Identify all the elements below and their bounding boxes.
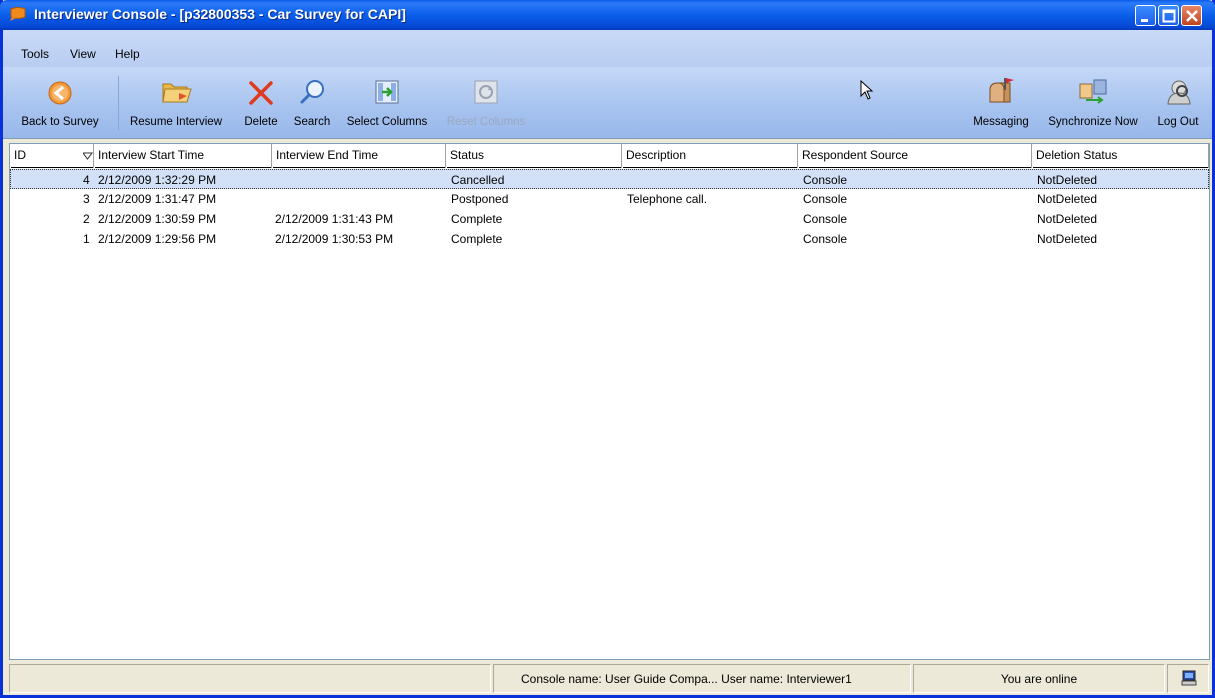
window-title: Interviewer Console - [p32800353 - Car S… [34,6,406,22]
status-pane-empty [9,664,491,693]
cell-start-time: 2/12/2009 1:29:56 PM [98,232,217,246]
resume-interview-button[interactable]: Resume Interview [121,72,231,132]
synchronize-now-button[interactable]: Synchronize Now [1041,72,1145,132]
interviews-table[interactable]: ID Interview Start Time Interview End Ti… [9,143,1210,660]
reset-icon [474,80,498,104]
log-out-label: Log Out [1157,116,1199,128]
cell-deletion-status: NotDeleted [1037,192,1098,206]
console-user-status: Console name: User Guide Compa... User n… [493,664,911,693]
delete-label: Delete [244,116,278,128]
cell-id: 1 [83,232,90,246]
menu-tools[interactable]: Tools [21,47,49,61]
synchronize-now-label: Synchronize Now [1048,116,1138,128]
cell-status: Postponed [451,192,509,206]
cell-start-time: 2/12/2009 1:32:29 PM [98,173,217,187]
menu-view[interactable]: View [70,47,96,61]
sync-computers-icon [1079,79,1107,104]
table-row[interactable]: 2 2/12/2009 1:30:59 PM 2/12/2009 1:31:43… [10,209,1209,229]
column-header-deletion-status[interactable]: Deletion Status [1032,144,1209,168]
column-header-end-time[interactable]: Interview End Time [272,144,446,168]
search-icon [300,80,324,104]
back-to-survey-label: Back to Survey [21,116,99,128]
cell-respondent-source: Console [803,192,848,206]
table-row[interactable]: 1 2/12/2009 1:29:56 PM 2/12/2009 1:30:53… [10,229,1209,249]
table-row[interactable]: 4 2/12/2009 1:32:29 PM Cancelled Console… [10,169,1209,189]
close-icon [1186,10,1198,22]
column-header-status[interactable]: Status [446,144,622,168]
search-label: Search [293,116,331,128]
cell-end-time: 2/12/2009 1:30:53 PM [275,232,394,246]
back-arrow-icon [48,81,72,105]
reset-columns-label: Reset Columns [446,116,526,128]
search-button[interactable]: Search [289,72,335,132]
cell-end-time: 2/12/2009 1:31:43 PM [275,212,394,226]
toolbar-separator [118,76,119,130]
app-icon [9,7,27,21]
maximize-button[interactable] [1158,5,1179,26]
cell-deletion-status: NotDeleted [1037,212,1098,226]
cell-respondent-source: Console [803,232,848,246]
cell-status: Complete [451,232,503,246]
computer-online-icon [1181,670,1197,686]
cell-id: 2 [83,212,90,226]
column-header-start-time[interactable]: Interview Start Time [94,144,272,168]
messaging-label: Messaging [973,116,1029,128]
network-status-pane [1167,664,1209,693]
close-button[interactable] [1181,5,1202,26]
resume-interview-label: Resume Interview [129,116,223,128]
reset-columns-button[interactable]: Reset Columns [440,72,532,132]
title-bar[interactable]: Interviewer Console - [p32800353 - Car S… [0,0,1215,30]
logout-icon [1167,80,1191,105]
select-columns-button[interactable]: Select Columns [341,72,433,132]
cell-respondent-source: Console [803,212,848,226]
cell-respondent-source: Console [803,173,848,187]
menu-help[interactable]: Help [115,47,140,61]
cell-id: 3 [83,192,90,206]
delete-x-icon [249,81,273,105]
minimize-button[interactable] [1135,5,1156,26]
cell-status: Complete [451,212,503,226]
status-bar: Console name: User Guide Compa... User n… [3,661,1212,695]
cell-start-time: 2/12/2009 1:30:59 PM [98,212,217,226]
column-header-id[interactable]: ID [10,144,94,168]
table-row[interactable]: 3 2/12/2009 1:31:47 PM Postponed Telepho… [10,189,1209,209]
cell-deletion-status: NotDeleted [1037,173,1098,187]
online-status: You are online [913,664,1165,693]
back-to-survey-button[interactable]: Back to Survey [14,72,106,132]
columns-icon [375,80,399,104]
mailbox-icon [989,78,1014,103]
log-out-button[interactable]: Log Out [1153,72,1203,132]
messaging-button[interactable]: Messaging [968,72,1034,132]
minimize-icon [1141,19,1148,22]
sort-descending-icon [83,152,93,160]
column-header-respondent-source[interactable]: Respondent Source [798,144,1032,168]
select-columns-label: Select Columns [346,116,428,128]
column-header-description[interactable]: Description [622,144,798,168]
cell-start-time: 2/12/2009 1:31:47 PM [98,192,217,206]
mouse-cursor-icon [860,80,874,100]
maximize-icon [1162,9,1176,23]
column-header-id-label: ID [14,148,26,162]
table-header: ID Interview Start Time Interview End Ti… [10,144,1209,168]
folder-icon [162,83,192,103]
cell-deletion-status: NotDeleted [1037,232,1098,246]
cell-description: Telephone call. [627,192,708,206]
menu-bar [3,30,1212,67]
cell-id: 4 [83,173,90,187]
delete-button[interactable]: Delete [239,72,283,132]
cell-status: Cancelled [451,173,505,187]
